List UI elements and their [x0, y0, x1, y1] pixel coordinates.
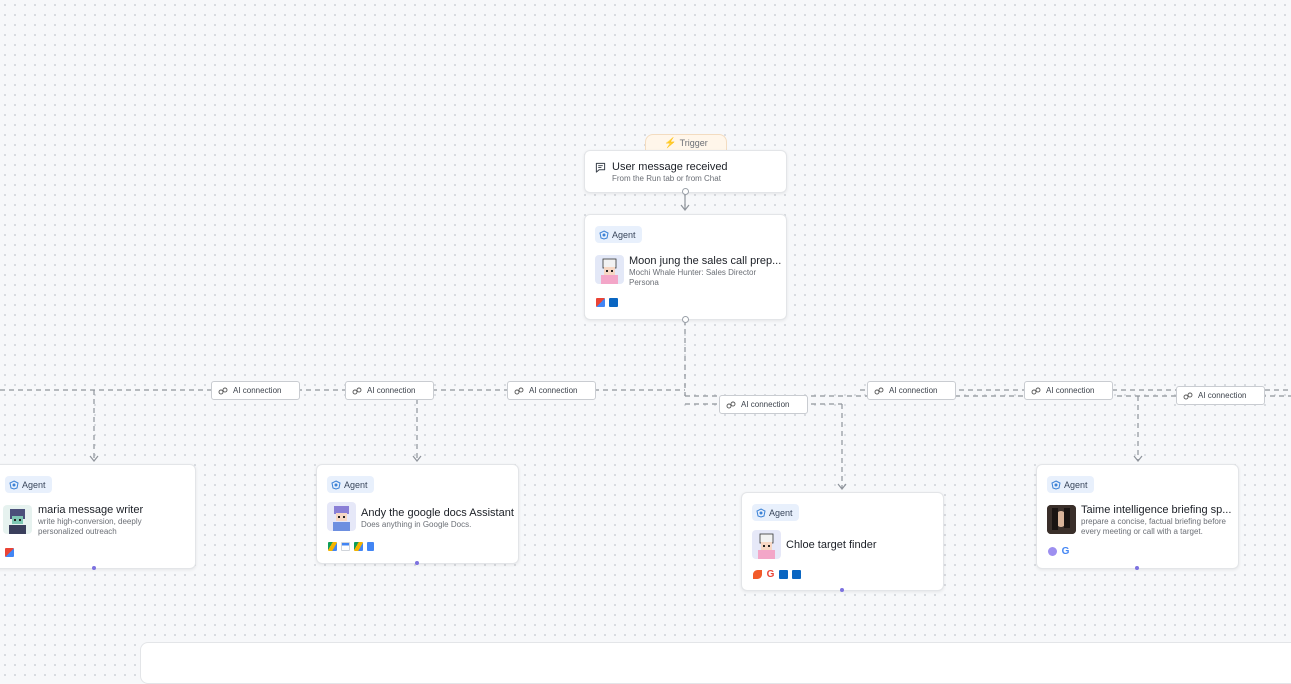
ai-connection-label[interactable]: AI connection	[867, 381, 956, 400]
linkedin-icon	[792, 570, 801, 579]
agent-title: maria message writer	[38, 504, 144, 516]
avatar	[595, 255, 624, 284]
google-calendar-icon	[341, 542, 350, 551]
agent-output-dot[interactable]	[92, 566, 96, 570]
agent-node-chloe[interactable]: Agent Chloe target finder G	[741, 492, 944, 591]
trigger-output-handle[interactable]	[682, 188, 689, 195]
agent-icon	[1051, 479, 1061, 490]
agent-icon	[756, 507, 766, 518]
agent-badge: Agent	[595, 226, 642, 243]
ai-connection-text: AI connection	[367, 386, 416, 395]
agent-badge-label: Agent	[344, 479, 368, 490]
ai-connection-label[interactable]: AI connection	[507, 381, 596, 400]
ai-connection-text: AI connection	[1046, 386, 1095, 395]
main-agent-output-handle[interactable]	[682, 316, 689, 323]
agent-badge: Agent	[5, 476, 52, 493]
linkedin-icon	[779, 570, 788, 579]
avatar	[752, 530, 781, 559]
gmail-icon	[596, 298, 605, 307]
apollo-icon	[753, 570, 762, 579]
ai-connection-icon	[1183, 392, 1193, 399]
bottom-panel	[140, 642, 1291, 684]
ai-connection-icon	[514, 387, 524, 394]
agent-subtitle: prepare a concise, factual briefing befo…	[1081, 517, 1226, 536]
chat-bubble-icon	[595, 162, 606, 173]
agent-badge-label: Agent	[612, 229, 636, 240]
ai-connection-label[interactable]: AI connection	[1176, 386, 1265, 405]
linkedin-icon	[609, 298, 618, 307]
ai-connection-label[interactable]: AI connection	[719, 395, 808, 414]
google-drive-icon	[328, 542, 337, 551]
ai-connection-text: AI connection	[529, 386, 578, 395]
trigger-title: User message received	[612, 161, 728, 173]
agent-node-maria[interactable]: Agent maria message writer write high-co…	[0, 464, 196, 569]
agent-output-dot[interactable]	[840, 588, 844, 592]
agent-badge-label: Agent	[1064, 479, 1088, 490]
agent-icon	[9, 479, 19, 490]
google-docs-icon	[367, 542, 374, 551]
google-icon: G	[766, 569, 775, 580]
agent-badge-label: Agent	[22, 479, 46, 490]
agent-output-dot[interactable]	[1135, 566, 1139, 570]
agent-badge: Agent	[752, 504, 799, 521]
trigger-tab: ⚡ Trigger	[645, 134, 727, 151]
agent-subtitle: write high-conversion, deeply personaliz…	[38, 517, 142, 536]
trigger-tab-label: Trigger	[679, 138, 708, 148]
avatar	[1047, 505, 1076, 534]
agent-node-andy[interactable]: Agent Andy the google docs Assistant Doe…	[316, 464, 519, 564]
agent-badge-label: Agent	[769, 507, 793, 518]
tool-list: G	[1048, 546, 1070, 557]
workflow-canvas[interactable]: ⚡ Trigger User message received From the…	[0, 0, 1291, 684]
agent-icon	[331, 479, 341, 490]
ai-connection-icon	[726, 401, 736, 408]
ai-connection-label[interactable]: AI connection	[1024, 381, 1113, 400]
agent-output-dot[interactable]	[415, 561, 419, 565]
trigger-subtitle: From the Run tab or from Chat	[612, 174, 721, 183]
lightning-icon: ⚡	[664, 137, 677, 149]
perplexity-icon	[1048, 547, 1057, 556]
agent-title: Andy the google docs Assistant	[361, 507, 514, 519]
main-agent-node[interactable]: Agent Moon jung the sales call prep... M…	[584, 214, 787, 320]
main-agent-title: Moon jung the sales call prep...	[629, 255, 782, 267]
agent-subtitle: Does anything in Google Docs.	[361, 520, 472, 529]
trigger-node[interactable]: User message received From the Run tab o…	[584, 150, 787, 193]
agent-badge: Agent	[327, 476, 374, 493]
ai-connection-icon	[874, 387, 884, 394]
ai-connection-icon	[352, 387, 362, 394]
google-icon: G	[1061, 546, 1070, 557]
ai-connection-label[interactable]: AI connection	[211, 381, 300, 400]
agent-title: Chloe target finder	[786, 539, 877, 551]
ai-connection-text: AI connection	[1198, 391, 1247, 400]
google-drive-icon	[354, 542, 363, 551]
tool-list	[596, 298, 618, 307]
ai-connection-text: AI connection	[233, 386, 282, 395]
avatar	[3, 505, 32, 534]
tool-list	[328, 542, 374, 551]
ai-connection-icon	[218, 387, 228, 394]
gmail-icon	[5, 548, 14, 557]
agent-icon	[599, 229, 609, 240]
ai-connection-text: AI connection	[741, 400, 790, 409]
agent-node-taime[interactable]: Agent Taime intelligence briefing sp... …	[1036, 464, 1239, 569]
main-agent-subtitle: Mochi Whale Hunter: Sales Director Perso…	[629, 268, 757, 287]
agent-title: Taime intelligence briefing sp...	[1081, 504, 1232, 516]
tool-list	[5, 548, 14, 557]
ai-connection-icon	[1031, 387, 1041, 394]
avatar	[327, 502, 356, 531]
ai-connection-label[interactable]: AI connection	[345, 381, 434, 400]
tool-list: G	[753, 569, 801, 580]
agent-badge: Agent	[1047, 476, 1094, 493]
ai-connection-text: AI connection	[889, 386, 938, 395]
